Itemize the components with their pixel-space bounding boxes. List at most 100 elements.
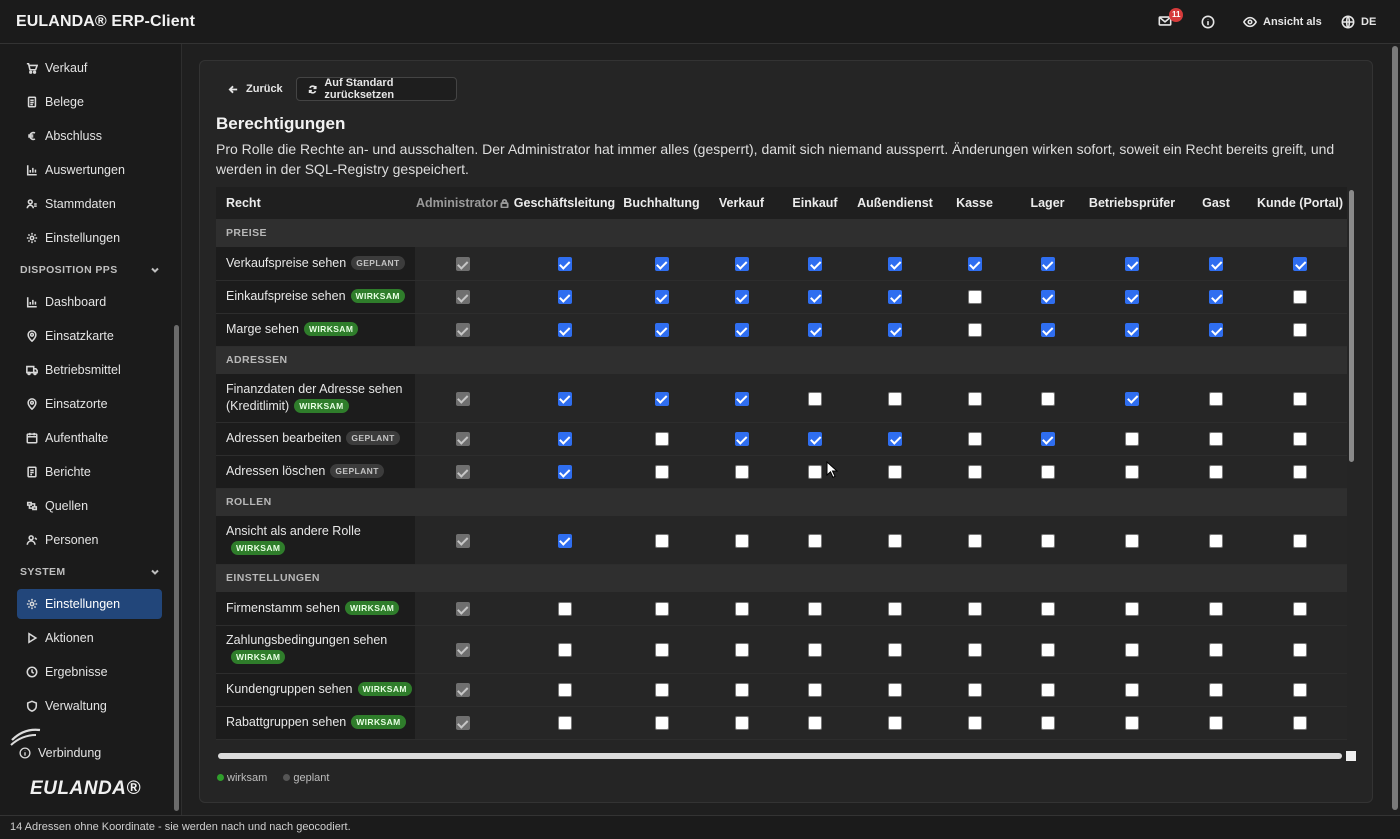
permission-checkbox[interactable] — [734, 602, 749, 617]
permission-checkbox[interactable] — [654, 257, 669, 272]
permission-checkbox[interactable] — [1125, 642, 1139, 657]
permission-checkbox[interactable] — [1125, 533, 1139, 548]
permission-checkbox[interactable] — [734, 465, 749, 480]
sidebar-item-abschluss[interactable]: Abschluss — [17, 121, 162, 151]
permission-checkbox[interactable] — [1125, 323, 1139, 338]
sidebar-item-einsatzkarte[interactable]: Einsatzkarte — [17, 321, 162, 351]
permission-checkbox[interactable] — [654, 533, 669, 548]
permission-checkbox[interactable] — [1209, 323, 1223, 338]
sidebar-scrollbar[interactable] — [174, 325, 179, 811]
permission-checkbox[interactable] — [808, 257, 822, 272]
permission-checkbox[interactable] — [808, 323, 822, 338]
permission-checkbox[interactable] — [1209, 683, 1223, 698]
permission-checkbox[interactable] — [808, 432, 822, 447]
permission-checkbox[interactable] — [967, 533, 982, 548]
sidebar-item-einsatzorte[interactable]: Einsatzorte — [17, 389, 162, 419]
permission-checkbox[interactable] — [557, 257, 572, 272]
permission-checkbox[interactable] — [654, 683, 669, 698]
permission-checkbox[interactable] — [557, 290, 572, 305]
permission-checkbox[interactable] — [654, 642, 669, 657]
table-horizontal-scrollbar[interactable] — [218, 753, 1342, 759]
messages-button[interactable]: 11 — [1158, 8, 1184, 28]
permission-checkbox[interactable] — [1125, 716, 1139, 731]
permission-checkbox[interactable] — [1125, 432, 1139, 447]
language-button[interactable]: DE — [1341, 15, 1376, 29]
section-disposition-pps[interactable]: DISPOSITION PPS — [20, 260, 160, 280]
permission-checkbox[interactable] — [654, 602, 669, 617]
permission-checkbox[interactable] — [1040, 602, 1055, 617]
sidebar-item-verkauf[interactable]: Verkauf — [17, 53, 162, 83]
sidebar-item-verwaltung[interactable]: Verwaltung — [17, 691, 162, 721]
permission-checkbox[interactable] — [808, 290, 822, 305]
sidebar-item-personen[interactable]: Personen — [17, 525, 162, 555]
permission-checkbox[interactable] — [1040, 391, 1055, 406]
permission-checkbox[interactable] — [1209, 533, 1223, 548]
sidebar-item-auswertungen[interactable]: Auswertungen — [17, 155, 162, 185]
permission-checkbox[interactable] — [1125, 683, 1139, 698]
permission-checkbox[interactable] — [1209, 602, 1223, 617]
permission-checkbox[interactable] — [1293, 716, 1307, 731]
permission-checkbox[interactable] — [1040, 533, 1055, 548]
permission-checkbox[interactable] — [557, 716, 572, 731]
permission-checkbox[interactable] — [967, 602, 982, 617]
permission-checkbox[interactable] — [1040, 683, 1055, 698]
permission-checkbox[interactable] — [808, 716, 822, 731]
permission-checkbox[interactable] — [557, 323, 572, 338]
permission-checkbox[interactable] — [888, 323, 902, 338]
permission-checkbox[interactable] — [1040, 432, 1055, 447]
permission-checkbox[interactable] — [557, 602, 572, 617]
permission-checkbox[interactable] — [1125, 465, 1139, 480]
permission-checkbox[interactable] — [888, 683, 902, 698]
permission-checkbox[interactable] — [557, 683, 572, 698]
sidebar-item-einstellungen[interactable]: Einstellungen — [17, 223, 162, 253]
permission-checkbox[interactable] — [557, 391, 572, 406]
permission-checkbox[interactable] — [808, 683, 822, 698]
permission-checkbox[interactable] — [808, 533, 822, 548]
permission-checkbox[interactable] — [808, 602, 822, 617]
permission-checkbox[interactable] — [557, 642, 572, 657]
permission-checkbox[interactable] — [967, 465, 982, 480]
sidebar-item-ergebnisse[interactable]: Ergebnisse — [17, 657, 162, 687]
reset-to-default-button[interactable]: Auf Standard zurücksetzen — [296, 77, 457, 101]
permission-checkbox[interactable] — [967, 642, 982, 657]
sidebar-item-quellen[interactable]: Quellen — [17, 491, 162, 521]
permission-checkbox[interactable] — [888, 391, 902, 406]
permission-checkbox[interactable] — [1293, 257, 1307, 272]
permission-checkbox[interactable] — [1040, 716, 1055, 731]
sidebar-item-betriebsmittel[interactable]: Betriebsmittel — [17, 355, 162, 385]
permission-checkbox[interactable] — [1293, 391, 1307, 406]
permission-checkbox[interactable] — [967, 391, 982, 406]
permission-checkbox[interactable] — [734, 683, 749, 698]
permission-checkbox[interactable] — [654, 432, 669, 447]
permission-checkbox[interactable] — [734, 533, 749, 548]
permission-checkbox[interactable] — [1040, 257, 1055, 272]
permission-checkbox[interactable] — [734, 323, 749, 338]
permission-checkbox[interactable] — [1209, 465, 1223, 480]
permission-checkbox[interactable] — [1040, 323, 1055, 338]
permission-checkbox[interactable] — [888, 465, 902, 480]
permission-checkbox[interactable] — [1293, 290, 1307, 305]
page-scrollbar[interactable] — [1392, 46, 1398, 810]
permission-checkbox[interactable] — [888, 290, 902, 305]
permission-checkbox[interactable] — [1040, 465, 1055, 480]
sidebar-item-einstellungen[interactable]: Einstellungen — [17, 589, 162, 619]
permission-checkbox[interactable] — [654, 323, 669, 338]
permission-checkbox[interactable] — [1209, 432, 1223, 447]
permission-checkbox[interactable] — [1293, 683, 1307, 698]
sidebar-item-aktionen[interactable]: Aktionen — [17, 623, 162, 653]
permission-checkbox[interactable] — [654, 290, 669, 305]
info-button[interactable] — [1201, 15, 1215, 29]
permission-checkbox[interactable] — [888, 602, 902, 617]
permission-checkbox[interactable] — [967, 716, 982, 731]
permission-checkbox[interactable] — [967, 683, 982, 698]
permission-checkbox[interactable] — [654, 465, 669, 480]
back-button[interactable]: Zurück — [218, 78, 293, 100]
view-as-button[interactable]: Ansicht als — [1243, 15, 1322, 29]
permission-checkbox[interactable] — [1125, 602, 1139, 617]
permission-checkbox[interactable] — [888, 716, 902, 731]
permission-checkbox[interactable] — [808, 391, 822, 406]
permission-checkbox[interactable] — [1125, 290, 1139, 305]
permission-checkbox[interactable] — [1040, 290, 1055, 305]
permission-checkbox[interactable] — [557, 465, 572, 480]
permission-checkbox[interactable] — [734, 290, 749, 305]
